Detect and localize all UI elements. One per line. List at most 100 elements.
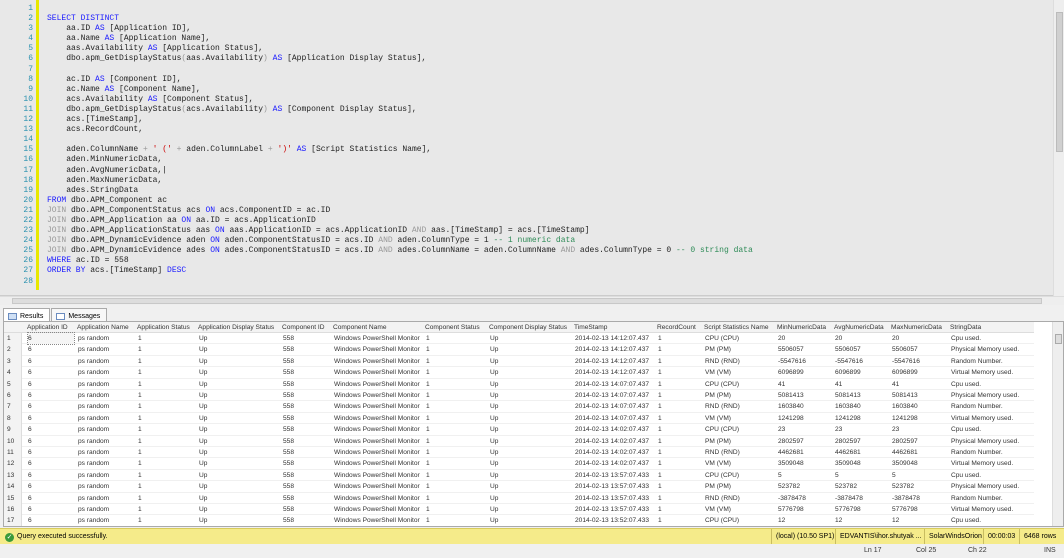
grid-cell[interactable]: Windows PowerShell Monitor bbox=[334, 515, 420, 526]
grid-cell[interactable]: ps random bbox=[78, 436, 109, 447]
scroll-thumb[interactable] bbox=[1055, 334, 1062, 344]
grid-cell[interactable]: 1 bbox=[658, 424, 662, 435]
grid-cell[interactable]: Up bbox=[490, 458, 498, 469]
grid-cell[interactable]: 1 bbox=[138, 515, 142, 526]
table-row[interactable]: 6 6 ps random 1 Up 558 Windows PowerShell Moni… bbox=[4, 390, 1034, 402]
code-line[interactable]: 5 aas.Availability AS [Application Statu… bbox=[0, 44, 1050, 54]
grid-cell[interactable]: 1 bbox=[426, 436, 430, 447]
grid-cell[interactable]: Windows PowerShell Monitor bbox=[334, 356, 420, 367]
grid-cell[interactable]: 1 bbox=[138, 470, 142, 481]
grid-cell[interactable]: 41 bbox=[835, 379, 842, 390]
grid-cell[interactable]: VM (VM) bbox=[705, 367, 731, 378]
grid-cell[interactable]: Up bbox=[199, 470, 207, 481]
grid-cell[interactable]: 1 bbox=[138, 344, 142, 355]
grid-cell[interactable]: 558 bbox=[283, 493, 294, 504]
code-line[interactable]: 15 aden.ColumnName + ' (' + aden.ColumnL… bbox=[0, 145, 1050, 155]
grid-cell[interactable]: 1 bbox=[426, 424, 430, 435]
grid-cell[interactable]: -3878478 bbox=[835, 493, 863, 504]
grid-cell[interactable]: ps random bbox=[78, 493, 109, 504]
grid-cell[interactable]: ps random bbox=[78, 504, 109, 515]
grid-cell[interactable]: PM (PM) bbox=[705, 436, 731, 447]
grid-cell[interactable]: 1 bbox=[658, 390, 662, 401]
column-header[interactable]: Component Name bbox=[333, 322, 387, 333]
grid-cell[interactable]: 5506057 bbox=[835, 344, 861, 355]
column-header[interactable]: Component Status bbox=[425, 322, 480, 333]
table-row[interactable]: 11 6 ps random 1 Up 558 Windows PowerShell Mon… bbox=[4, 447, 1034, 459]
grid-cell[interactable]: 3509048 bbox=[835, 458, 861, 469]
grid-cell[interactable]: Up bbox=[490, 436, 498, 447]
grid-cell[interactable]: 2014-02-13 13:57:07.433 bbox=[575, 481, 649, 492]
grid-cell[interactable]: 23 bbox=[892, 424, 899, 435]
grid-cell[interactable]: 1 bbox=[426, 390, 430, 401]
column-header[interactable]: StringData bbox=[950, 322, 981, 333]
grid-cell[interactable]: 6 bbox=[28, 515, 32, 526]
tab-messages[interactable]: Messages bbox=[51, 308, 108, 321]
grid-cell[interactable]: 6 bbox=[27, 331, 75, 346]
table-row[interactable]: 2 6 ps random 1 Up 558 Windows PowerShell Moni… bbox=[4, 344, 1034, 356]
grid-cell[interactable]: 20 bbox=[778, 333, 785, 344]
grid-cell[interactable]: -5547616 bbox=[835, 356, 863, 367]
row-number[interactable]: 6 bbox=[4, 390, 22, 402]
grid-cell[interactable]: 2014-02-13 13:57:07.433 bbox=[575, 504, 649, 515]
grid-cell[interactable]: 6 bbox=[28, 458, 32, 469]
grid-cell[interactable]: 558 bbox=[283, 481, 294, 492]
column-header[interactable]: Component Display Status bbox=[489, 322, 567, 333]
grid-cell[interactable]: CPU (CPU) bbox=[705, 333, 739, 344]
row-number[interactable]: 4 bbox=[4, 367, 22, 379]
grid-cell[interactable]: RND (RND) bbox=[705, 447, 740, 458]
grid-cell[interactable]: 6 bbox=[28, 481, 32, 492]
grid-cell[interactable]: Physical Memory used. bbox=[951, 390, 1019, 401]
grid-cell[interactable]: Up bbox=[490, 344, 498, 355]
grid-cell[interactable]: 1 bbox=[658, 481, 662, 492]
grid-cell[interactable]: 1603840 bbox=[778, 401, 804, 412]
column-header[interactable]: Application Status bbox=[137, 322, 190, 333]
column-header[interactable]: Script Statistics Name bbox=[704, 322, 769, 333]
grid-cell[interactable]: 1241298 bbox=[778, 413, 804, 424]
grid-cell[interactable]: Up bbox=[199, 379, 207, 390]
grid-cell[interactable]: 4462681 bbox=[835, 447, 861, 458]
grid-cell[interactable]: 1 bbox=[426, 367, 430, 378]
code-line[interactable]: 21 JOIN dbo.APM_ComponentStatus acs ON ac… bbox=[0, 206, 1050, 216]
grid-cell[interactable]: -3878478 bbox=[778, 493, 806, 504]
grid-cell[interactable]: 6 bbox=[28, 344, 32, 355]
grid-cell[interactable]: 5081413 bbox=[835, 390, 861, 401]
grid-cell[interactable]: ps random bbox=[78, 333, 109, 344]
grid-cell[interactable]: 2014-02-13 14:02:07.437 bbox=[575, 458, 649, 469]
grid-cell[interactable]: Up bbox=[490, 356, 498, 367]
grid-cell[interactable]: 1 bbox=[138, 458, 142, 469]
grid-cell[interactable]: 20 bbox=[835, 333, 842, 344]
query-editor[interactable]: 1 2 SELECT DISTINCT 3 aa.ID AS [Application… bbox=[0, 0, 1064, 296]
grid-cell[interactable]: 2014-02-13 14:12:07.437 bbox=[575, 367, 649, 378]
grid-cell[interactable]: 6 bbox=[28, 401, 32, 412]
grid-cell[interactable]: 1 bbox=[426, 413, 430, 424]
grid-cell[interactable]: 1 bbox=[426, 470, 430, 481]
grid-cell[interactable]: 5776798 bbox=[835, 504, 861, 515]
grid-vertical-scrollbar[interactable] bbox=[1052, 322, 1063, 526]
grid-cell[interactable]: 1 bbox=[426, 401, 430, 412]
code-line[interactable]: 16 aden.MinNumericData, bbox=[0, 155, 1050, 165]
grid-cell[interactable]: PM (PM) bbox=[705, 481, 731, 492]
grid-cell[interactable]: 3509048 bbox=[892, 458, 918, 469]
grid-cell[interactable]: CPU (CPU) bbox=[705, 470, 739, 481]
table-row[interactable]: 17 6 ps random 1 Up 558 Windows PowerShell Mon… bbox=[4, 515, 1034, 526]
grid-cell[interactable]: 2802597 bbox=[835, 436, 861, 447]
grid-cell[interactable]: 1 bbox=[658, 379, 662, 390]
grid-cell[interactable]: 1 bbox=[138, 413, 142, 424]
row-number[interactable]: 14 bbox=[4, 481, 22, 493]
code-line[interactable]: 20 FROM dbo.APM_Component ac bbox=[0, 196, 1050, 206]
row-number[interactable]: 13 bbox=[4, 469, 22, 482]
grid-cell[interactable]: 523782 bbox=[835, 481, 857, 492]
grid-cell[interactable]: Up bbox=[490, 413, 498, 424]
table-row[interactable]: 1 6 ps random 1 Up 558 Windows PowerShell Moni… bbox=[4, 331, 1034, 346]
grid-cell[interactable]: Up bbox=[490, 481, 498, 492]
grid-cell[interactable]: 5 bbox=[778, 470, 782, 481]
row-number[interactable]: 15 bbox=[4, 492, 22, 504]
grid-cell[interactable]: Random Number. bbox=[951, 447, 1003, 458]
grid-cell[interactable]: Up bbox=[199, 504, 207, 515]
grid-cell[interactable]: 2014-02-13 14:02:07.437 bbox=[575, 447, 649, 458]
code-line[interactable]: 2 SELECT DISTINCT bbox=[0, 14, 1050, 24]
grid-cell[interactable]: Cpu used. bbox=[951, 424, 981, 435]
tab-results[interactable]: Results bbox=[3, 308, 51, 321]
grid-cell[interactable]: Windows PowerShell Monitor bbox=[334, 504, 420, 515]
grid-cell[interactable]: VM (VM) bbox=[705, 504, 731, 515]
